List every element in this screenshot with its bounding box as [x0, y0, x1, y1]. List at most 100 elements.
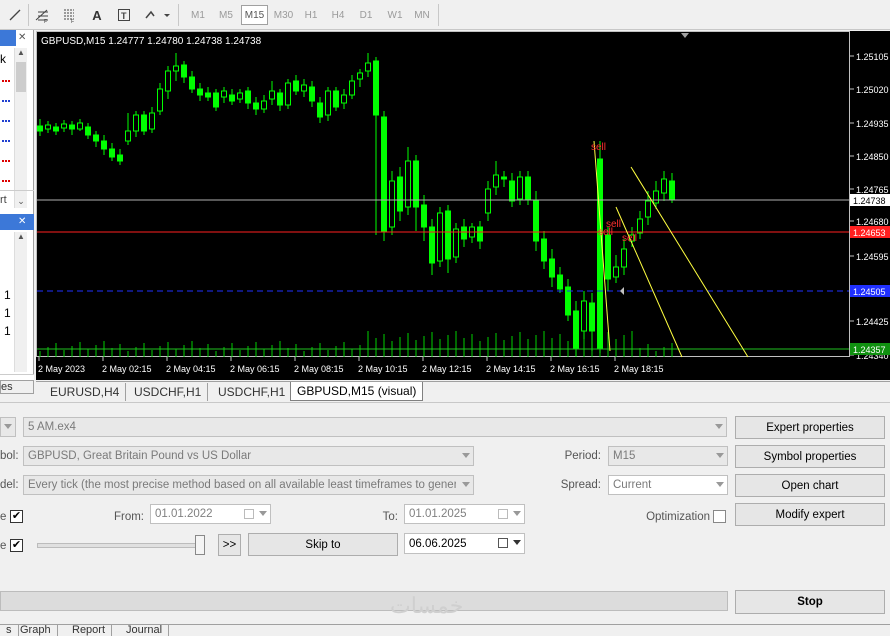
timeframe-h1[interactable]: H1 — [298, 5, 324, 25]
calendar-icon[interactable] — [498, 538, 508, 548]
timeframe-w1[interactable]: W1 — [382, 5, 408, 25]
candle-body — [229, 94, 235, 102]
arrows-icon[interactable] — [142, 5, 172, 25]
candle-body — [269, 90, 275, 100]
timeframe-m30[interactable]: M30 — [270, 5, 297, 25]
optimization-checkbox[interactable] — [713, 510, 726, 523]
calendar-icon[interactable] — [498, 509, 508, 519]
line-tool-icon[interactable] — [4, 5, 26, 25]
spread-select[interactable]: Current — [608, 475, 728, 495]
optimization-label: Optimization — [646, 511, 710, 523]
skip-date-input[interactable]: 06.06.2025 — [404, 533, 525, 554]
from-date-input[interactable]: 01.01.2022 — [150, 504, 271, 524]
time-label: 2 May 10:15 — [358, 364, 408, 374]
fibo-expansion-icon[interactable]: F — [58, 5, 80, 25]
candle-body — [389, 180, 395, 228]
expert-select[interactable]: 5 AM.ex4 — [23, 417, 727, 437]
watermark: خمسات — [390, 593, 464, 618]
expert-properties-button[interactable]: Expert properties — [735, 416, 885, 439]
fibonacci-icon[interactable]: F — [31, 5, 53, 25]
candle-body — [357, 72, 363, 80]
symbol-properties-button[interactable]: Symbol properties — [735, 445, 885, 468]
timeframe-m1[interactable]: M1 — [185, 5, 211, 25]
indicator-swatch — [2, 140, 10, 142]
tab-gbpusd-m15-visual[interactable]: GBPUSD,M15 (visual) — [290, 382, 424, 401]
close-icon[interactable]: ✕ — [18, 32, 26, 43]
candle-body — [365, 62, 371, 72]
chevron-down-icon[interactable]: ⌄ — [15, 196, 27, 208]
time-label: 2 May 16:15 — [550, 364, 600, 374]
timeframe-m15[interactable]: M15 — [241, 5, 268, 25]
candle-body — [61, 123, 67, 129]
scroll-thumb[interactable] — [16, 62, 26, 92]
open-chart-button[interactable]: Open chart — [735, 474, 885, 497]
tab-journal[interactable]: Journal — [120, 624, 170, 636]
time-label: 2 May 12:15 — [422, 364, 472, 374]
calendar-icon[interactable] — [244, 509, 254, 519]
toolbar: F F A T M1 M5 M15 M30 H1 H4 D1 W1 MN — [0, 0, 890, 30]
to-date-input[interactable]: 01.01.2025 — [404, 504, 525, 524]
timeframe-h4[interactable]: H4 — [325, 5, 351, 25]
tab-report[interactable]: Report — [66, 624, 113, 636]
candle-body — [597, 158, 603, 350]
candle-body — [205, 92, 211, 98]
spread-value: Current — [613, 479, 652, 491]
panel-tab[interactable]: es — [0, 380, 34, 394]
candle-body — [221, 90, 227, 98]
candle-body — [573, 310, 579, 350]
timeframe-mn[interactable]: MN — [409, 5, 435, 25]
expert-type-select[interactable] — [0, 417, 16, 437]
scrollbar[interactable]: ▲ — [14, 232, 27, 372]
scroll-up-icon[interactable]: ▲ — [15, 232, 27, 241]
candle-body — [173, 65, 179, 72]
price-chart[interactable]: sell sell sell sell GBPUSD,M15 1.24777 1… — [36, 31, 890, 380]
candle-body — [493, 174, 499, 188]
speed-slider[interactable] — [37, 543, 197, 548]
speed-slider-thumb[interactable] — [195, 535, 205, 555]
candle-body — [141, 114, 147, 132]
timeframe-m5[interactable]: M5 — [213, 5, 239, 25]
skip-forward-button[interactable]: >> — [218, 534, 241, 556]
symbol-value: GBPUSD, Great Britain Pound vs US Dollar — [28, 450, 252, 462]
close-icon[interactable]: ✕ — [18, 216, 26, 227]
time-scale: 2 May 2023 2 May 02:15 2 May 04:15 2 May 06… — [38, 357, 664, 374]
symbol-select[interactable]: GBPUSD, Great Britain Pound vs US Dollar — [23, 446, 474, 466]
strategy-tester: 5 AM.ex4 bol: GBPUSD, Great Britain Poun… — [0, 402, 890, 624]
candle-body — [93, 134, 99, 142]
chevron-down-icon — [462, 482, 470, 487]
candle-body — [317, 102, 323, 118]
visual-mode-checkbox[interactable]: ✔ — [10, 539, 23, 552]
period-label: Period: — [564, 450, 601, 462]
candle-body — [517, 176, 523, 200]
tab-graph[interactable]: Graph — [14, 624, 58, 636]
candle-body — [309, 86, 315, 102]
chart-info: GBPUSD,M15 1.24777 1.24780 1.24738 1.247… — [41, 36, 262, 47]
candle-body — [333, 90, 339, 108]
use-date-checkbox[interactable]: ✔ — [10, 510, 23, 523]
chart-shift-icon[interactable] — [681, 33, 689, 38]
modify-expert-button[interactable]: Modify expert — [735, 503, 885, 526]
candle-body — [669, 180, 675, 200]
skip-to-button[interactable]: Skip to — [248, 533, 398, 556]
price-label: 1.24935 — [856, 119, 889, 129]
scrollbar[interactable]: ▲ ⌄ — [14, 48, 27, 208]
text-label-icon[interactable]: T — [113, 5, 135, 25]
tab-eurusd-h4[interactable]: EURUSD,H4 — [44, 383, 127, 401]
scroll-up-icon[interactable]: ▲ — [15, 48, 27, 60]
tab-usdchf-h1[interactable]: USDCHF,H1 — [128, 383, 209, 401]
candle-body — [117, 154, 123, 162]
tab-usdchf-h1-2[interactable]: USDCHF,H1 — [212, 383, 293, 401]
visual-mode-label: e — [0, 540, 7, 552]
stop-button[interactable]: Stop — [735, 590, 885, 614]
svg-text:T: T — [121, 11, 127, 21]
period-select[interactable]: M15 — [608, 446, 728, 466]
model-select[interactable]: Every tick (the most precise method base… — [23, 475, 474, 495]
close-arrow-icon — [620, 287, 624, 295]
candle-body — [277, 92, 283, 106]
panel-number: 1 — [4, 324, 11, 338]
price-label: 1.24595 — [856, 252, 889, 262]
symbol-label: bol: — [0, 450, 19, 462]
text-icon[interactable]: A — [86, 5, 108, 25]
panel-number: 1 — [4, 306, 11, 320]
timeframe-d1[interactable]: D1 — [353, 5, 379, 25]
